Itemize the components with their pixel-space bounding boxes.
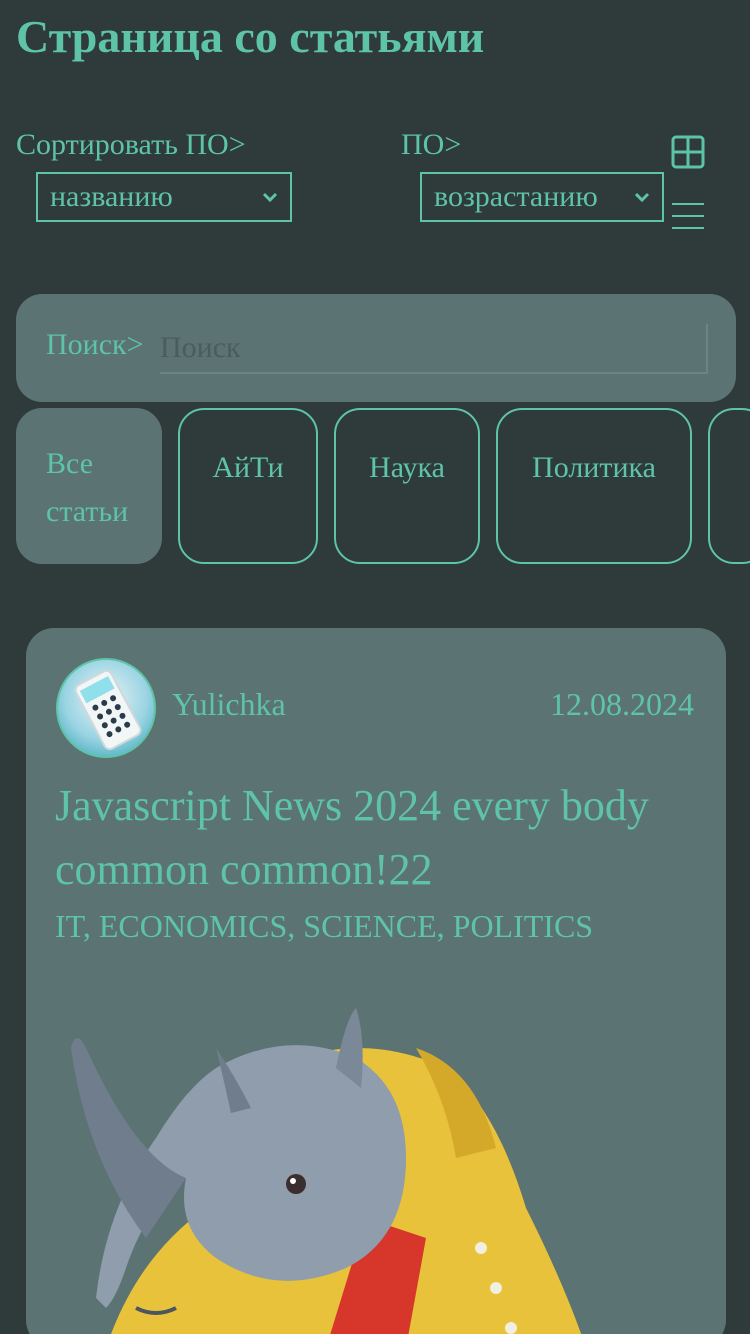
sort-order-value: возрастанию [434, 180, 598, 213]
article-author[interactable]: Yulichka [172, 686, 286, 723]
sort-order-label: ПО> [401, 128, 462, 161]
search-label: Поиск> [46, 328, 144, 361]
chevron-down-icon [262, 192, 278, 203]
tab-more[interactable] [708, 408, 750, 564]
sort-by-value: названию [50, 180, 173, 213]
tab-it[interactable]: АйТи [178, 408, 318, 564]
grid-view-icon[interactable] [670, 134, 706, 170]
tab-label: АйТи [212, 451, 284, 484]
sort-by-select[interactable]: названию [36, 172, 292, 222]
article-date: 12.08.2024 [550, 686, 694, 722]
sort-by-label: Сортировать ПО> [16, 128, 246, 161]
articles-page: Страница со статьями Сортировать ПО> наз… [0, 0, 750, 1334]
sort-order-select[interactable]: возрастанию [420, 172, 664, 222]
article-title[interactable]: Javascript News 2024 every body common c… [55, 774, 695, 902]
chevron-down-icon [634, 192, 650, 203]
article-card[interactable]: Yulichka 12.08.2024 Javascript News 2024… [26, 628, 726, 1334]
tab-politics[interactable]: Политика [496, 408, 692, 564]
tab-label: Политика [532, 451, 656, 484]
rhino-illustration [71, 1008, 582, 1334]
tab-science[interactable]: Наука [334, 408, 480, 564]
list-view-icon[interactable] [670, 198, 706, 234]
avatar [56, 658, 156, 758]
tab-label: Наука [369, 451, 445, 484]
article-tags: IT, ECONOMICS, SCIENCE, POLITICS [55, 908, 594, 944]
tab-label: Все статьи [46, 447, 129, 528]
page-title: Страница со статьями [16, 11, 485, 62]
tab-all-articles[interactable]: Все статьи [16, 408, 162, 564]
phone-calculator-image [74, 669, 142, 751]
search-panel: Поиск> [16, 294, 736, 402]
search-input[interactable] [160, 324, 708, 374]
